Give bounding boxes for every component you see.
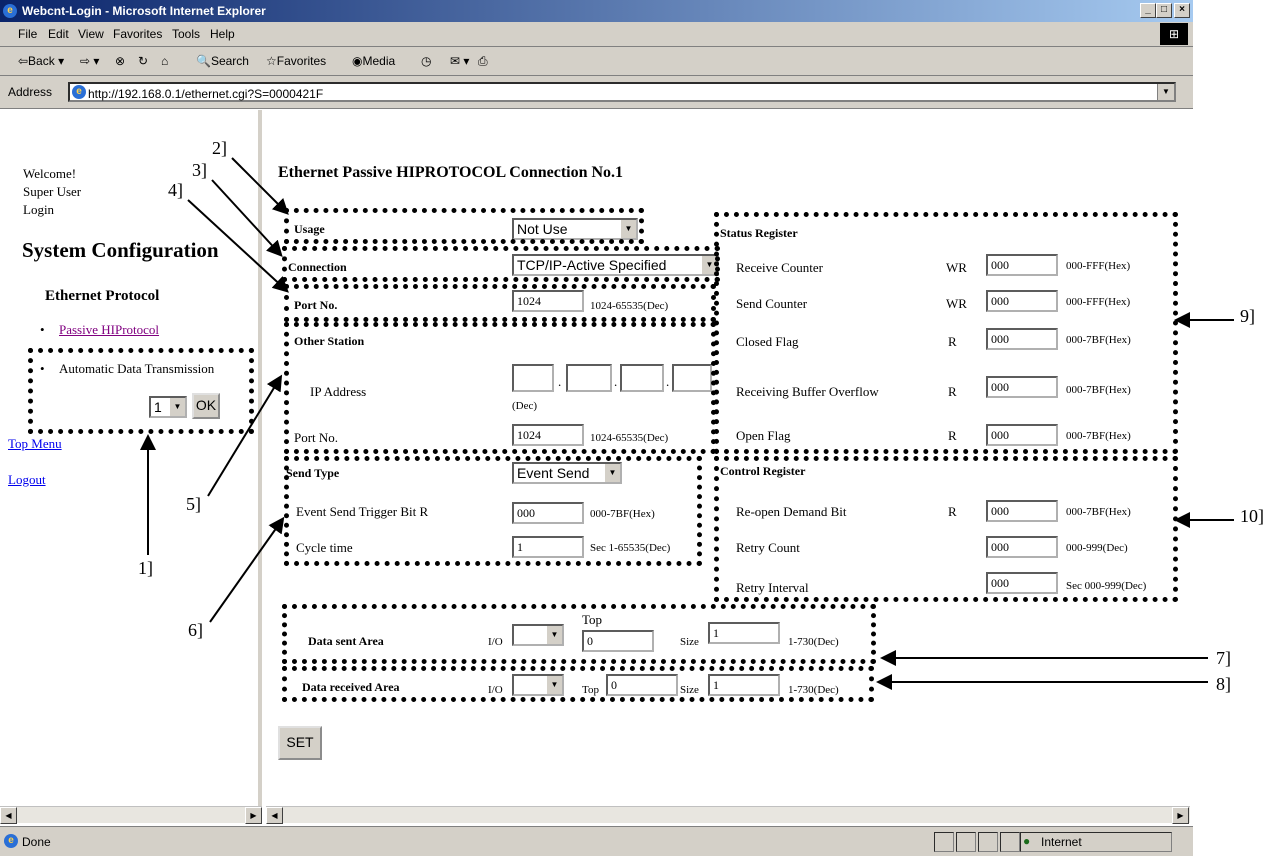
- callout-arrows: [140, 157, 1234, 690]
